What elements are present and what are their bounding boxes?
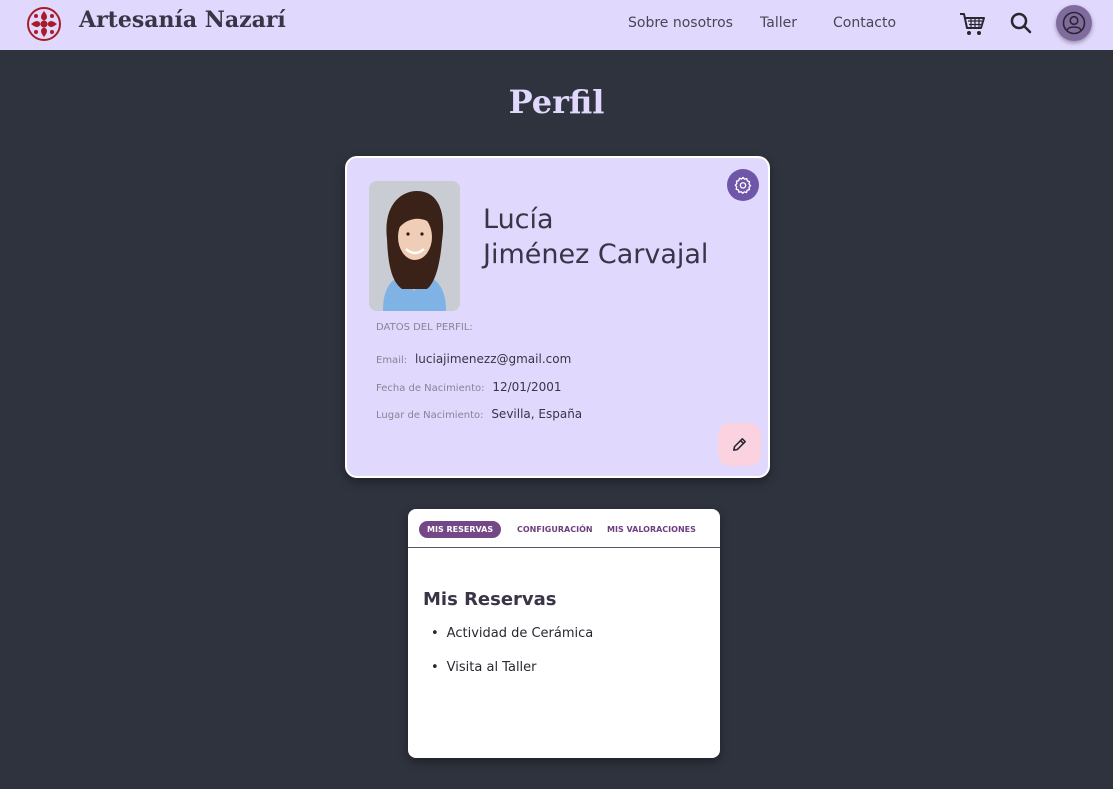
flower-logo-icon[interactable]: [26, 6, 62, 42]
top-navbar: Artesanía Nazarí Sobre nosotros Taller C…: [0, 0, 1113, 50]
tab-configuracion[interactable]: CONFIGURACIÓN: [509, 521, 601, 538]
cart-icon[interactable]: [958, 11, 986, 37]
search-icon[interactable]: [1009, 11, 1033, 35]
user-icon: [1062, 11, 1086, 35]
last-name: Jiménez Carvajal: [483, 239, 709, 270]
nav-link-sobre-nosotros[interactable]: Sobre nosotros: [628, 15, 733, 31]
email-value: luciajimenezz@gmail.com: [414, 352, 572, 366]
birth-place-value: Sevilla, España: [491, 407, 583, 421]
pencil-icon: [733, 438, 746, 451]
birth-date-value: 12/01/2001: [492, 380, 562, 394]
reservations-card: MIS RESERVAS CONFIGURACIÓN MIS VALORACIO…: [408, 509, 720, 758]
birth-date-row: Fecha de Nacimiento: 12/01/2001: [376, 380, 561, 394]
section-label: DATOS DEL PERFIL:: [376, 322, 473, 333]
profile-tabs: MIS RESERVAS CONFIGURACIÓN MIS VALORACIO…: [408, 509, 720, 548]
edit-profile-button[interactable]: [718, 423, 761, 466]
reservation-item: Actividad de Cerámica: [431, 626, 594, 641]
nav-link-contacto[interactable]: Contacto: [833, 15, 896, 31]
tab-mis-valoraciones[interactable]: MIS VALORACIONES: [599, 521, 704, 538]
settings-button[interactable]: [727, 169, 759, 201]
field-label: Lugar de Nacimiento:: [376, 410, 484, 421]
reservations-heading: Mis Reservas: [423, 589, 557, 610]
nav-link-taller[interactable]: Taller: [760, 15, 797, 31]
gear-icon: [734, 176, 752, 194]
page-title: Perfil: [508, 83, 605, 121]
brand-name[interactable]: Artesanía Nazarí: [79, 7, 286, 33]
reservation-item: Visita al Taller: [431, 660, 537, 675]
field-label: Email:: [376, 355, 408, 366]
user-account-button[interactable]: [1056, 5, 1092, 41]
first-name: Lucía: [483, 204, 554, 235]
profile-card: Lucía Jiménez Carvajal DATOS DEL PERFIL:…: [345, 156, 770, 478]
profile-name: Lucía Jiménez Carvajal: [483, 202, 708, 272]
birth-place-row: Lugar de Nacimiento: Sevilla, España: [376, 407, 582, 421]
tab-mis-reservas[interactable]: MIS RESERVAS: [419, 521, 502, 538]
field-label: Fecha de Nacimiento:: [376, 383, 485, 394]
profile-photo: [369, 181, 460, 311]
email-row: Email: luciajimenezz@gmail.com: [376, 352, 571, 366]
